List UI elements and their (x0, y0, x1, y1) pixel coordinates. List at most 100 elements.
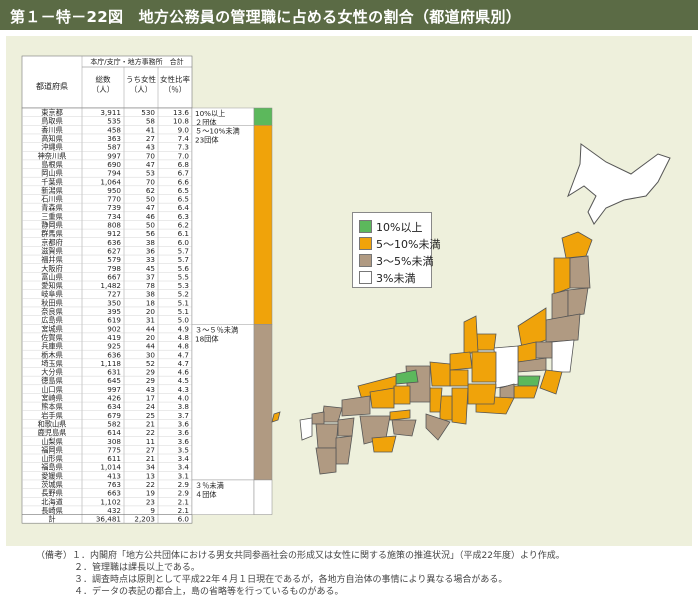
map-kagoshima (315, 447, 337, 475)
cell-women: 29 (146, 376, 156, 385)
cell-women: 45 (146, 264, 155, 273)
cell-pref: 岡山県 (41, 169, 63, 178)
cell-pref: 北海道 (41, 497, 63, 506)
map-tokushima (391, 419, 417, 437)
cell-total: 363 (107, 134, 121, 143)
cell-total: 1,482 (100, 281, 121, 290)
cell-ratio: 6.5 (178, 195, 189, 204)
map-kagawa (389, 409, 411, 421)
map-miyagi (567, 287, 589, 317)
cell-pref: 岐阜県 (41, 290, 63, 299)
cell-pref: 高知県 (41, 134, 63, 143)
map-nara (439, 395, 453, 421)
cell-women: 58 (146, 117, 156, 126)
cell-ratio: 6.3 (178, 212, 189, 221)
cell-total: 634 (107, 402, 121, 411)
cell-ratio: 5.3 (178, 281, 189, 290)
cell-ratio: 9.0 (178, 125, 190, 134)
cell-total: 611 (107, 454, 121, 463)
cell-ratio: 5.7 (178, 255, 189, 264)
cell-pref: 熊本県 (41, 402, 63, 411)
total-total: 36,481 (96, 515, 121, 524)
cell-pref: 宮崎県 (41, 394, 63, 403)
legend-swatch (359, 271, 372, 284)
cell-women: 70 (146, 177, 156, 186)
cell-pref: 千葉県 (41, 177, 63, 186)
cell-women: 22 (146, 480, 155, 489)
cell-ratio: 4.9 (178, 324, 190, 333)
col-header: うち女性 (126, 74, 156, 84)
cell-total: 775 (107, 445, 121, 454)
map-yamaguchi (341, 395, 371, 417)
band-note: ３％未満 (195, 481, 224, 490)
cell-women: 36 (146, 246, 156, 255)
cell-pref: 栃木県 (41, 350, 63, 359)
map-gunma (517, 341, 537, 363)
cell-pref: 和歌山県 (38, 419, 67, 428)
map-yamagata (551, 289, 569, 321)
cell-pref: 兵庫県 (41, 342, 63, 351)
cell-total: 350 (107, 298, 121, 307)
band-count: 18団体 (195, 334, 219, 343)
cell-pref: 徳島県 (41, 376, 63, 385)
cell-total: 535 (107, 117, 121, 126)
cell-ratio: 4.8 (178, 342, 190, 351)
legend-label: 3%未満 (376, 272, 416, 285)
cell-pref: 石川県 (41, 195, 63, 204)
cell-pref: 青森県 (41, 203, 63, 212)
cell-ratio: 3.4 (178, 454, 190, 463)
cell-ratio: 10.8 (173, 117, 189, 126)
cell-total: 587 (107, 143, 121, 152)
map-aomori (561, 231, 593, 259)
cell-pref: 茨城県 (41, 480, 63, 489)
col-header: 女性比率 (160, 74, 190, 84)
cell-pref: 沖縄県 (41, 143, 63, 152)
cell-pref: 山口県 (41, 385, 63, 394)
map-kumamoto (315, 423, 339, 449)
data-table: 本庁/支庁・地方事務所 合計都道府県総数（人）うち女性（人）女性比率（％）東京都… (21, 55, 193, 524)
map-mie (451, 387, 469, 425)
cell-total: 582 (107, 419, 121, 428)
cell-women: 56 (146, 229, 156, 238)
cell-pref: 京都府 (41, 238, 63, 247)
figure-title: 第１－特－22図 地方公務員の管理職に占める女性の割合（都道府県別） (10, 8, 522, 26)
cell-total: 1,118 (100, 359, 121, 368)
map-okayama (393, 385, 411, 405)
map-oita (337, 417, 355, 437)
cell-total: 1,102 (100, 497, 121, 506)
cell-pref: 鳥取県 (41, 117, 63, 126)
cell-pref: 神奈川県 (38, 151, 67, 160)
cell-total: 631 (107, 368, 121, 377)
cell-pref: 富山県 (41, 272, 63, 281)
cell-total: 770 (107, 195, 121, 204)
cell-women: 24 (146, 402, 156, 411)
map-tokyo (517, 375, 541, 387)
cell-total: 902 (107, 324, 121, 333)
cell-women: 50 (146, 195, 156, 204)
band-bar (253, 107, 273, 126)
cell-pref: 静岡県 (41, 221, 63, 230)
figure-canvas: 本庁/支庁・地方事務所 合計都道府県総数（人）うち女性（人）女性比率（％）東京都… (21, 55, 671, 524)
cell-women: 31 (146, 316, 155, 325)
band-bar (253, 125, 273, 325)
note-line: ４．データの表記の都合上，島の省略等を行っているものがある。 (74, 587, 344, 597)
cell-total: 419 (107, 333, 121, 342)
cell-women: 530 (141, 108, 155, 117)
cell-ratio: 4.5 (178, 376, 189, 385)
map-legend: 10%以上 5～10%未満 3～5%未満 3%未満 (352, 212, 440, 288)
map-tochigi (535, 341, 553, 359)
cell-total: 667 (107, 272, 121, 281)
col-header: 総数 (96, 74, 111, 84)
cell-women: 34 (146, 463, 156, 472)
cell-pref: 群馬県 (41, 229, 63, 238)
cell-total: 997 (107, 151, 121, 160)
cell-ratio: 6.0 (178, 238, 190, 247)
cell-pref: 岩手県 (41, 411, 63, 420)
cell-total: 690 (107, 160, 121, 169)
band-note-box (191, 324, 255, 481)
cell-pref: 長野県 (41, 489, 63, 498)
cell-women: 21 (146, 419, 155, 428)
cell-total: 458 (107, 125, 121, 134)
cell-pref: 愛媛県 (41, 471, 63, 480)
band-note-box (191, 125, 255, 325)
